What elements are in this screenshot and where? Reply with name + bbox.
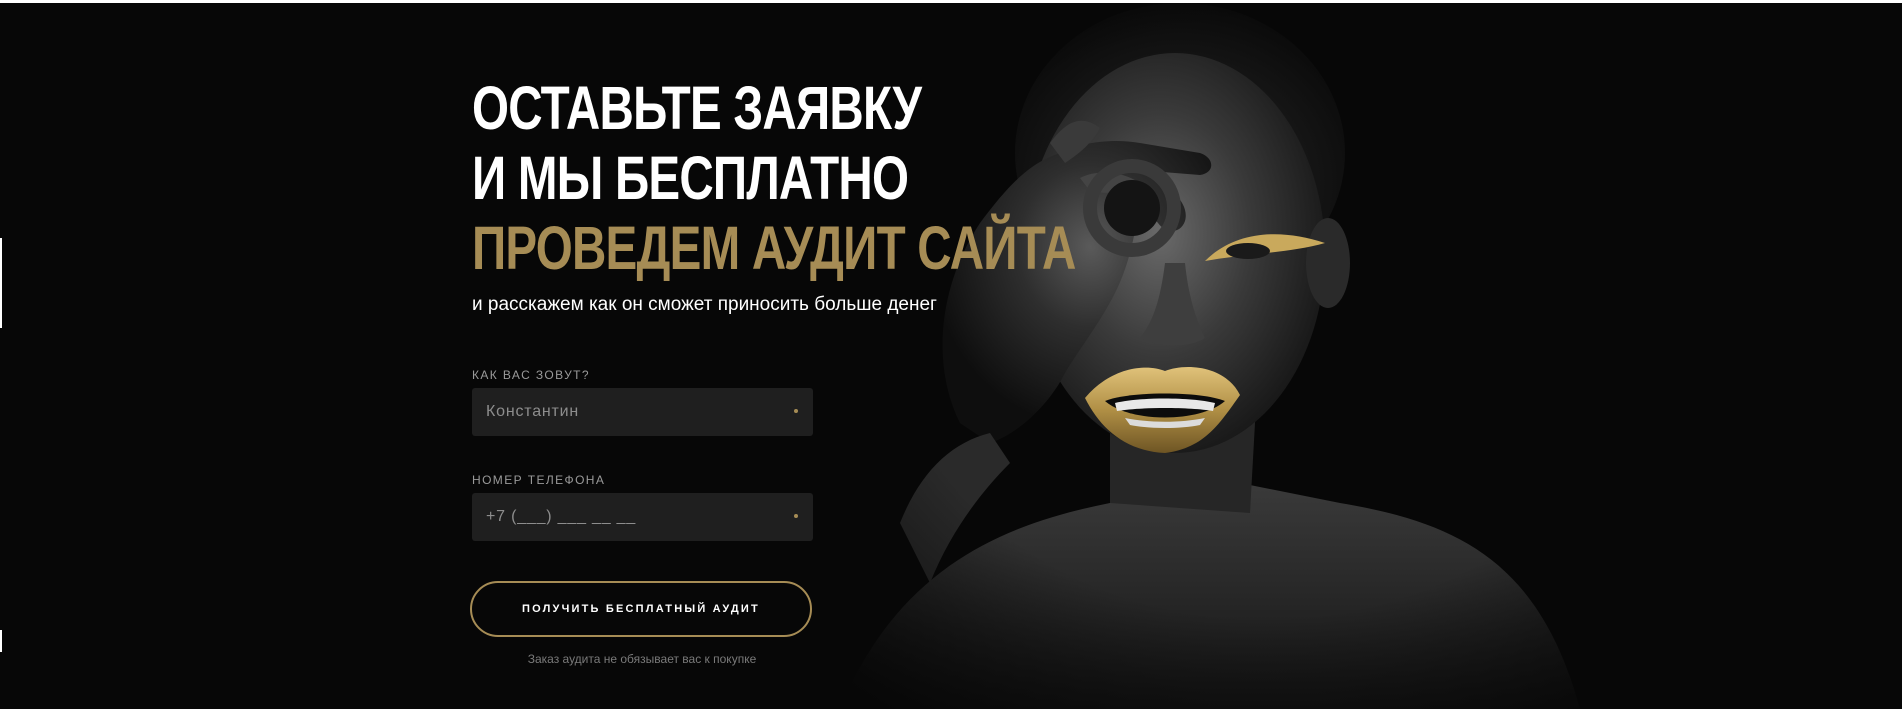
name-field-wrapper bbox=[472, 388, 813, 436]
name-field-label: КАК ВАС ЗОВУТ? bbox=[472, 368, 590, 382]
name-input[interactable] bbox=[472, 388, 813, 436]
page-edge-divider bbox=[0, 238, 2, 328]
phone-field-wrapper bbox=[472, 493, 813, 541]
phone-field-label: НОМЕР ТЕЛЕФОНА bbox=[472, 473, 606, 487]
required-indicator bbox=[794, 514, 798, 518]
get-free-audit-button[interactable]: ПОЛУЧИТЬ БЕСПЛАТНЫЙ АУДИТ bbox=[470, 581, 812, 637]
headline-line-3-accent: ПРОВЕДЕМ АУДИТ САЙТА bbox=[472, 214, 1076, 282]
headline-line-2: И МЫ БЕСПЛАТНО bbox=[472, 144, 909, 212]
headline-line-1: ОСТАВЬТЕ ЗАЯВКУ bbox=[472, 74, 922, 142]
page-edge-divider bbox=[0, 630, 2, 652]
required-indicator bbox=[794, 409, 798, 413]
page-title: ОСТАВЬТЕ ЗАЯВКУ И МЫ БЕСПЛАТНО ПРОВЕДЕМ … bbox=[472, 73, 1076, 283]
disclaimer-note: Заказ аудита не обязывает вас к покупке bbox=[527, 652, 757, 666]
phone-input[interactable] bbox=[472, 493, 813, 541]
hero-section: ОСТАВЬТЕ ЗАЯВКУ И МЫ БЕСПЛАТНО ПРОВЕДЕМ … bbox=[0, 3, 1902, 709]
hero-subtitle: и расскажем как он сможет приносить боль… bbox=[472, 294, 937, 315]
lead-form-block: ОСТАВЬТЕ ЗАЯВКУ И МЫ БЕСПЛАТНО ПРОВЕДЕМ … bbox=[470, 73, 1076, 666]
